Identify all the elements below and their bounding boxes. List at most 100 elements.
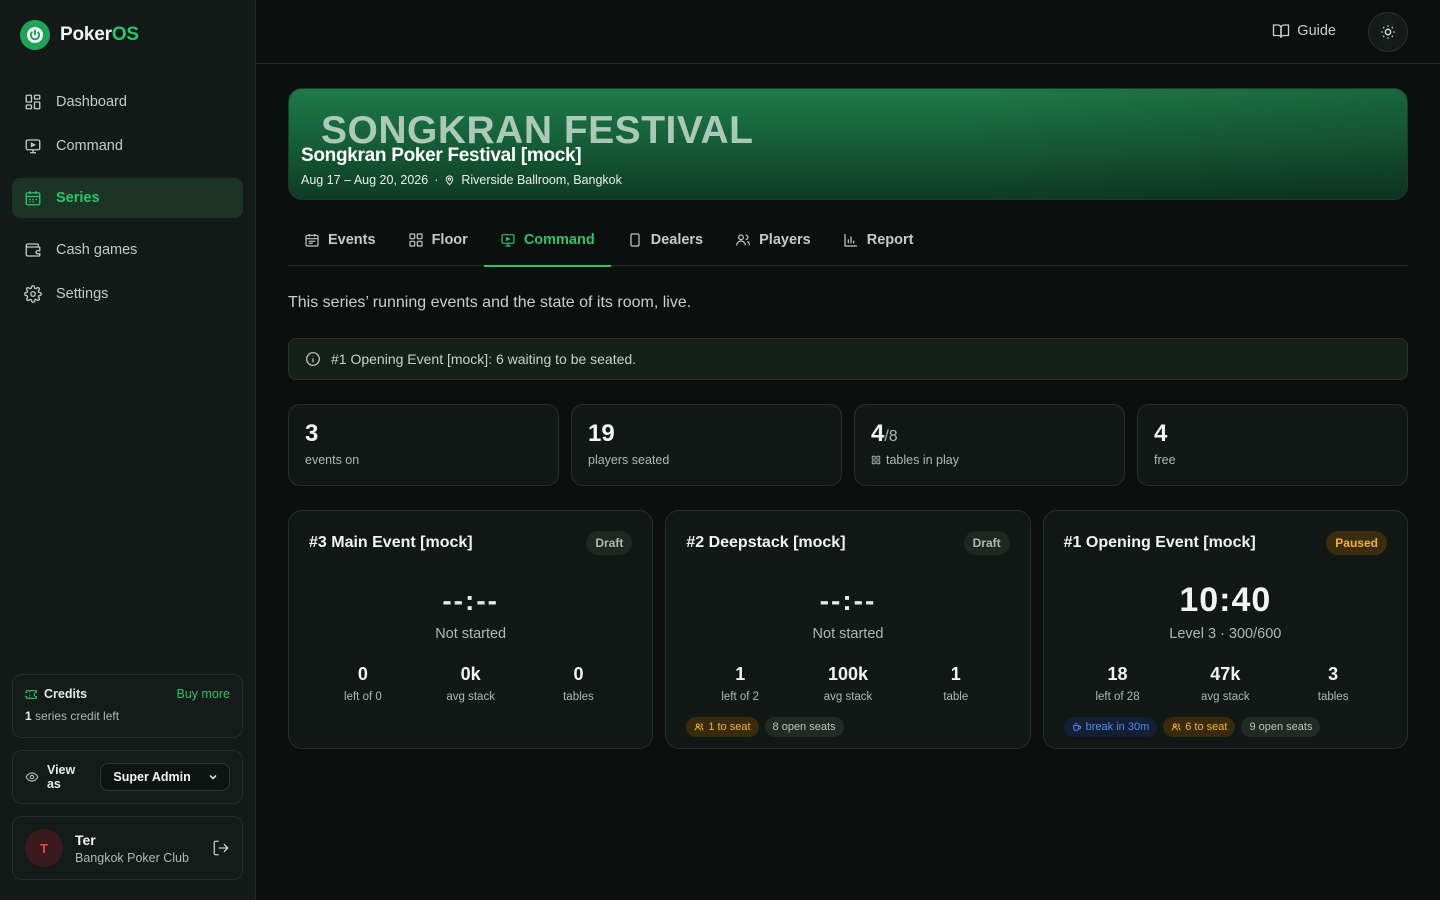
stat-label: free (1154, 453, 1176, 468)
sidebar-item-command[interactable]: Command (12, 126, 243, 166)
tab-label: Players (759, 232, 811, 248)
series-banner: SONGKRAN FESTIVAL Songkran Poker Festiva… (288, 88, 1408, 200)
card-icon (630, 233, 640, 247)
stat-value: 4 (871, 420, 885, 447)
dashboard-icon (25, 94, 41, 110)
top-header: Guide (256, 0, 1440, 64)
metric-value: 18 (1107, 664, 1128, 684)
metric-label: left of 0 (344, 691, 382, 703)
metric-value: 100k (827, 664, 869, 684)
sidebar-nav: Dashboard Command Series Cash games Sett… (12, 82, 243, 318)
monitor-icon (25, 139, 41, 154)
calendar-icon (25, 191, 41, 206)
guide-button[interactable]: Guide (1272, 22, 1336, 40)
sidebar-item-label: Series (56, 190, 100, 206)
to-seat-chip: 6 to seat (1163, 717, 1236, 737)
metric-label: avg stack (1201, 691, 1250, 703)
stat-card-events: 3 events on (288, 404, 559, 486)
event-clock: 10:40 (1179, 581, 1272, 619)
tab-report[interactable]: Report (827, 214, 930, 266)
info-icon (306, 352, 320, 366)
logout-icon[interactable] (212, 839, 230, 857)
metric-value: 0 (573, 664, 584, 684)
metric-label: left of 2 (721, 691, 760, 703)
brand-name: PokerOS (60, 24, 139, 45)
sidebar-item-label: Cash games (56, 242, 138, 258)
location-pin-icon (446, 174, 454, 185)
theme-toggle-button[interactable] (1368, 12, 1408, 52)
series-dates: Aug 17 – Aug 20, 2026 (301, 173, 429, 187)
sidebar-item-label: Dashboard (56, 94, 127, 110)
status-badge: Draft (586, 531, 633, 555)
stat-value: 4 (1154, 420, 1168, 447)
brand[interactable]: PokerOS (20, 20, 139, 50)
status-badge: Paused (1326, 531, 1387, 555)
tab-dealers[interactable]: Dealers (611, 214, 719, 266)
role-select-value: Super Admin (113, 770, 191, 784)
role-select[interactable]: Super Admin (100, 763, 231, 791)
metric-label: left of 28 (1095, 691, 1140, 703)
open-seats-chip: 8 open seats (764, 717, 844, 737)
series-venue: Riverside Ballroom, Bangkok (461, 173, 622, 187)
meta-separator: · (434, 173, 439, 187)
book-icon (1273, 24, 1290, 38)
stat-label: players seated (588, 453, 670, 468)
metric-value: 3 (1328, 664, 1339, 684)
monitor-icon (501, 234, 515, 247)
tab-label: Report (866, 232, 914, 248)
tab-floor[interactable]: Floor (392, 214, 484, 266)
sidebar-item-series[interactable]: Series (12, 178, 243, 218)
sidebar-item-dashboard[interactable]: Dashboard (12, 82, 243, 122)
event-name: #2 Deepstack [mock] (686, 534, 846, 551)
credits-count: 1 (25, 709, 32, 723)
metric-label: avg stack (823, 691, 873, 703)
buy-more-link[interactable]: Buy more (177, 687, 231, 701)
event-status: Not started (812, 626, 884, 642)
tab-players[interactable]: Players (719, 214, 827, 266)
metric-label: tables (563, 691, 594, 703)
metric-value: 0k (460, 664, 481, 684)
avatar[interactable]: T (25, 829, 63, 867)
stat-value: 3 (305, 420, 319, 447)
power-logo-icon (20, 20, 50, 50)
event-status: Not started (435, 626, 507, 642)
open-seats-chip: 9 open seats (1241, 717, 1321, 737)
status-badge: Draft (963, 531, 1010, 555)
break-chip: break in 30m (1063, 717, 1158, 737)
sidebar-item-settings[interactable]: Settings (12, 274, 243, 314)
tab-events[interactable]: Events (288, 214, 392, 266)
gear-icon (24, 285, 42, 303)
page-description: This series’ running events and the stat… (288, 294, 692, 311)
seating-alert: #1 Opening Event [mock]: 6 waiting to be… (288, 338, 1408, 380)
sidebar-item-cash-games[interactable]: Cash games (12, 230, 243, 270)
stat-card-tables: 4/8 tables in play (854, 404, 1125, 486)
stat-denominator: /8 (884, 428, 898, 445)
event-clock: --:-- (442, 585, 499, 616)
event-cards: #3 Main Event [mock] Draft --:-- Not sta… (288, 510, 1408, 749)
bar-chart-icon (844, 234, 857, 247)
user-club: Bangkok Poker Club (75, 850, 189, 865)
series-meta: Aug 17 – Aug 20, 2026 · Riverside Ballro… (301, 173, 622, 187)
coffee-icon (1072, 722, 1081, 731)
view-as-control: View as Super Admin (12, 750, 243, 804)
stat-value: 19 (588, 420, 615, 447)
event-card-deepstack[interactable]: #2 Deepstack [mock] Draft --:-- Not star… (665, 510, 1031, 749)
event-name: #3 Main Event [mock] (309, 534, 473, 551)
metric-value: 0 (357, 664, 368, 684)
eye-icon (25, 772, 39, 782)
event-card-opening-event[interactable]: #1 Opening Event [mock] Paused 10:40 Lev… (1042, 510, 1408, 749)
tab-command[interactable]: Command (483, 214, 611, 267)
tab-label: Dealers (650, 232, 704, 248)
sidebar: PokerOS Dashboard Command Series Cash ga… (0, 0, 256, 900)
series-title: Songkran Poker Festival [mock] (301, 145, 582, 166)
metric-label: avg stack (446, 691, 495, 703)
metric-label: tables (1317, 691, 1349, 703)
sun-icon (1381, 25, 1395, 39)
event-card-main-event[interactable]: #3 Main Event [mock] Draft --:-- Not sta… (288, 510, 654, 749)
chevron-down-icon (209, 774, 217, 780)
sidebar-item-label: Command (56, 138, 123, 154)
guide-label: Guide (1297, 23, 1336, 39)
credits-text: series credit left (35, 709, 120, 723)
calendar-icon (305, 234, 319, 247)
stat-label: events on (305, 453, 360, 468)
